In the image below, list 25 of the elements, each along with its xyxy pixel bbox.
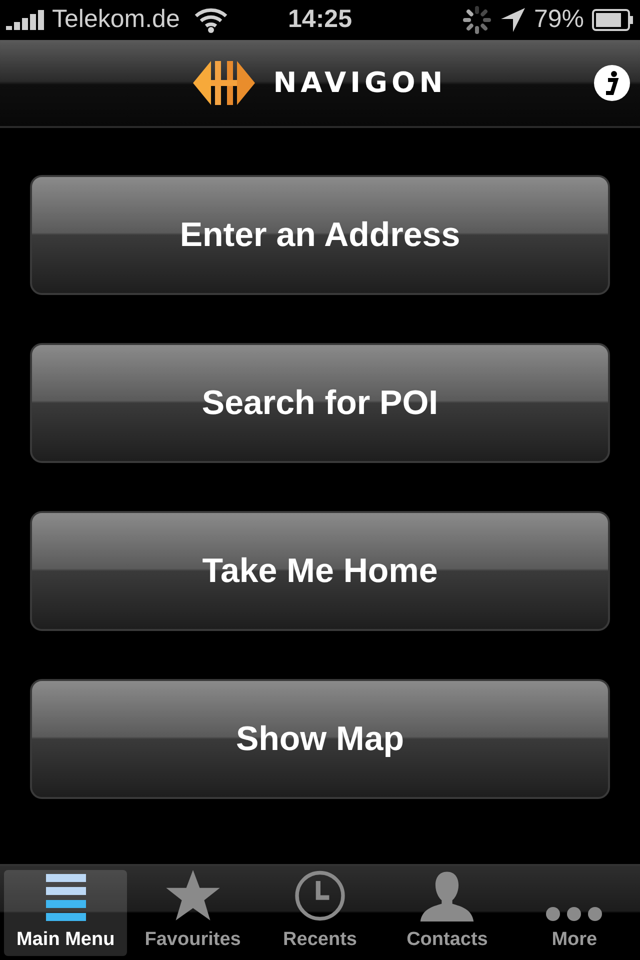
wifi-icon: [194, 7, 228, 33]
star-icon: [164, 870, 221, 922]
list-icon: [46, 874, 86, 922]
app-title: NAVIGON: [273, 65, 447, 101]
menu-button[interactable]: Show Map: [30, 679, 610, 799]
battery-percent: 79%: [534, 4, 584, 36]
clock-icon: [292, 870, 348, 922]
status-time: 14:25: [288, 4, 352, 36]
battery-icon: [592, 9, 634, 31]
menu-button[interactable]: Enter an Address: [30, 175, 610, 295]
tab[interactable]: Favourites: [131, 870, 254, 956]
menu-button[interactable]: Take Me Home: [30, 511, 610, 631]
tab[interactable]: More: [512, 870, 636, 956]
menu-button[interactable]: Search for POI: [30, 343, 610, 463]
signal-icon: [6, 10, 46, 30]
info-icon: [605, 71, 619, 95]
tab[interactable]: Main Menu: [4, 870, 128, 956]
tab[interactable]: Recents: [258, 870, 382, 956]
carrier-name: Telekom.de: [52, 4, 180, 36]
info-button[interactable]: [594, 65, 630, 101]
logo-icon: [193, 60, 256, 106]
more-icon: [545, 906, 604, 922]
tab[interactable]: Contacts: [386, 870, 509, 956]
location-arrow-icon: [500, 7, 526, 33]
spinner-icon: [462, 5, 492, 35]
